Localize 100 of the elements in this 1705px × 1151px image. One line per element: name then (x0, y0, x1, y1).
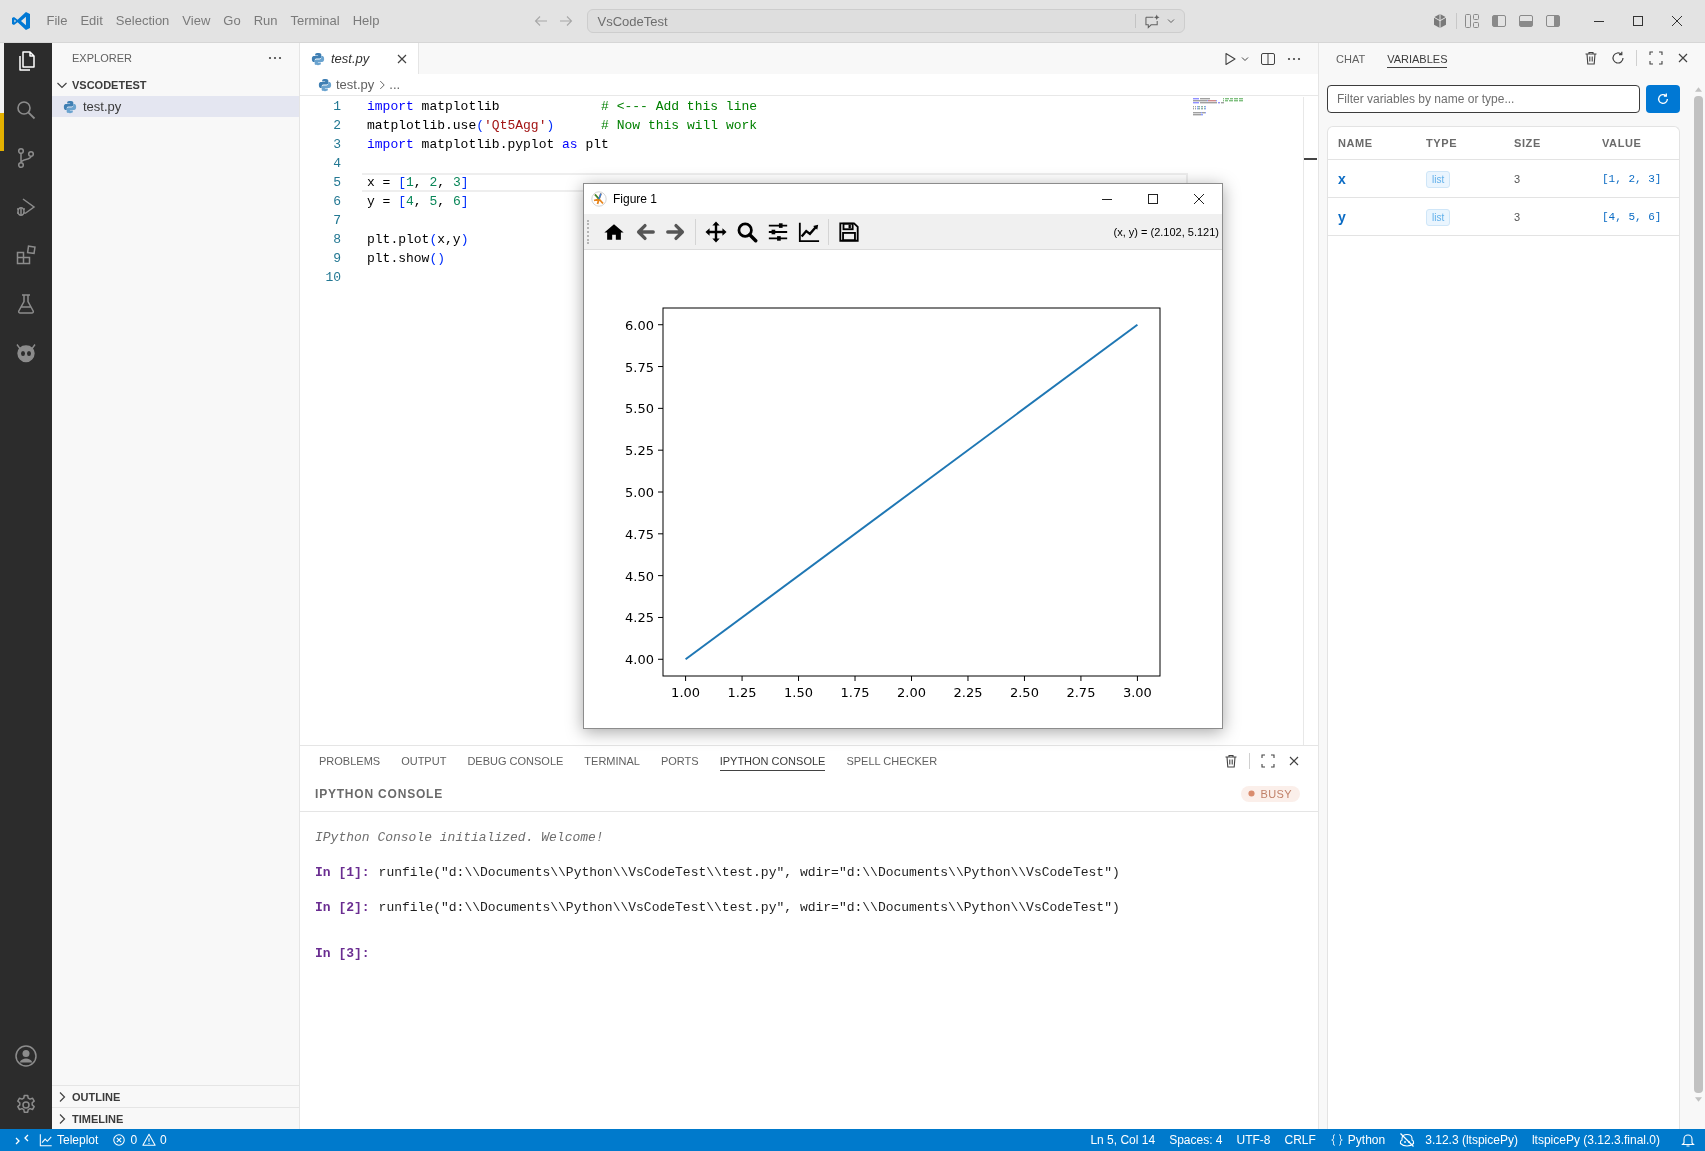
account-icon[interactable] (14, 1044, 38, 1068)
console-message: IPython Console initialized. Welcome! (315, 829, 605, 847)
table-cell: 3 (1514, 172, 1521, 185)
toggle-primary-sidebar-icon[interactable] (1491, 13, 1507, 29)
chat-sparkle-icon[interactable] (1143, 13, 1161, 29)
panel-title: IPYTHON CONSOLE (315, 786, 443, 801)
tick-label: 5.50 (625, 401, 654, 417)
trash-icon[interactable] (1223, 753, 1239, 769)
status-dot-icon (1248, 790, 1256, 797)
trash-icon[interactable] (1583, 49, 1599, 66)
maximize-icon[interactable] (1147, 193, 1159, 205)
table-cell: 3 (1514, 210, 1521, 223)
tick-label: 4.25 (625, 610, 654, 626)
console-prompt: In [3]: (315, 945, 370, 963)
status-item[interactable]: UTF-8 (1236, 1133, 1271, 1147)
filter-field[interactable]: Filter variables by name or type... (1327, 85, 1640, 113)
braces-icon (1329, 1133, 1344, 1147)
bell-icon[interactable] (1680, 1132, 1696, 1148)
warning-icon (142, 1133, 157, 1147)
panel-tab[interactable]: OUTPUT (401, 751, 447, 771)
refresh-button[interactable] (1646, 85, 1680, 113)
tick-label: 1.50 (784, 685, 813, 700)
python-file-icon (63, 99, 77, 114)
menu-item[interactable]: Help (346, 11, 386, 31)
column-header: SIZE (1514, 137, 1541, 149)
column-header: NAME (1338, 137, 1373, 149)
problems-item[interactable]: 0 0 (112, 1133, 167, 1147)
menu-item[interactable]: Run (247, 11, 284, 31)
status-item[interactable]: Spaces: 4 (1169, 1133, 1223, 1147)
variable-name[interactable]: y (1338, 208, 1346, 225)
status-item[interactable]: CRLF (1284, 1133, 1316, 1147)
refresh-icon (1656, 92, 1670, 106)
tick-label: 2.75 (1066, 685, 1096, 700)
customize-layout-icon[interactable] (1464, 13, 1480, 29)
cube-icon[interactable] (1432, 13, 1448, 29)
code-line: matplotlib.use('Qt5Agg') # Now this will work (366, 117, 758, 135)
line-chart-icon[interactable] (797, 220, 820, 243)
run-icon[interactable] (1222, 50, 1238, 67)
variable-name[interactable]: x (1338, 170, 1346, 187)
split-editor-icon[interactable] (1260, 50, 1276, 67)
menu-item[interactable]: Terminal (284, 11, 347, 31)
python-file-icon (311, 51, 325, 66)
line-chart-icon (39, 1133, 53, 1147)
panel-tab[interactable]: SPELL CHECKER (846, 751, 938, 771)
move-arrows-icon[interactable] (704, 220, 727, 243)
line-number: 8 (332, 231, 341, 249)
sidebar-tab[interactable]: VARIABLES (1387, 47, 1448, 68)
command-center[interactable]: VsCodeTest (586, 9, 1185, 33)
status-item[interactable]: Ln 5, Col 14 (1090, 1133, 1156, 1147)
menu-item[interactable]: File (40, 11, 74, 31)
section-header[interactable]: OUTLINE (52, 1085, 299, 1107)
menu-item[interactable]: Selection (109, 11, 176, 31)
breadcrumb-item[interactable]: test.py (336, 77, 375, 92)
panel-tab[interactable]: IPYTHON CONSOLE (719, 751, 826, 771)
code-line: plt.plot(x,y) (366, 231, 469, 249)
panel-tab[interactable]: DEBUG CONSOLE (467, 751, 564, 771)
zoom-icon[interactable] (735, 220, 758, 243)
app-logo-icon[interactable] (12, 12, 30, 30)
sliders-icon[interactable] (766, 220, 789, 243)
editor-tab[interactable]: test.py (300, 43, 419, 74)
panel-tab[interactable]: PORTS (660, 751, 699, 771)
tick-label: 1.25 (727, 685, 757, 700)
tree-item[interactable]: test.py (52, 96, 299, 117)
type-tag: list (1426, 171, 1451, 188)
toggle-panel-icon[interactable] (1518, 13, 1534, 29)
line-number: 6 (332, 193, 341, 211)
refresh-icon[interactable] (1610, 49, 1626, 66)
teleplot-item[interactable]: Teleplot (39, 1133, 99, 1147)
toggle-secondary-sidebar-icon[interactable] (1545, 13, 1561, 29)
tick-label: 5.00 (625, 485, 654, 500)
interpreter-item[interactable]: 3.12.3 (ltspicePy) (1425, 1133, 1518, 1147)
maximize-icon[interactable] (1631, 15, 1644, 27)
tick-label: 4.00 (625, 652, 654, 668)
line-number: 1 (332, 98, 341, 116)
close-icon[interactable] (1670, 15, 1683, 27)
menu-item[interactable]: Edit (73, 11, 110, 31)
line-number: 2 (332, 117, 341, 135)
kernel-item[interactable]: ltspicePy (3.12.3.final.0) (1531, 1133, 1660, 1147)
line-number: 4 (332, 155, 341, 173)
breadcrumb-item[interactable]: ... (389, 77, 401, 92)
slashed-face-icon[interactable] (1399, 1132, 1416, 1148)
menu-item[interactable]: Go (216, 11, 248, 31)
sidebar-tab[interactable]: CHAT (1336, 47, 1366, 68)
code-line: import matplotlib.pyplot as plt (366, 136, 609, 154)
save-icon[interactable] (837, 220, 860, 243)
status-indicator: BUSY (1241, 785, 1300, 802)
tick-label: 5.75 (625, 359, 654, 375)
panel-tab[interactable]: PROBLEMS (319, 751, 381, 771)
tick-label: 2.00 (897, 685, 926, 700)
folder-item[interactable]: VSCODETEST (52, 74, 299, 96)
close-icon[interactable] (1193, 193, 1205, 205)
console-prompt: In [2]: (315, 899, 370, 917)
panel-tab[interactable]: TERMINAL (584, 751, 640, 771)
console-command-text: runfile("d:\\Documents\\Python\\VsCodeTest\\test.py", wdir="d:\\Documents\\Python\\VsCodeTest") (378, 864, 1120, 882)
table-cell: [4, 5, 6] (1602, 210, 1662, 223)
line-number: 3 (332, 136, 341, 154)
column-header: VALUE (1602, 137, 1642, 149)
menu-item[interactable]: View (175, 11, 217, 31)
tick-label: 4.75 (625, 526, 654, 542)
language-mode[interactable]: Python (1329, 1133, 1386, 1147)
